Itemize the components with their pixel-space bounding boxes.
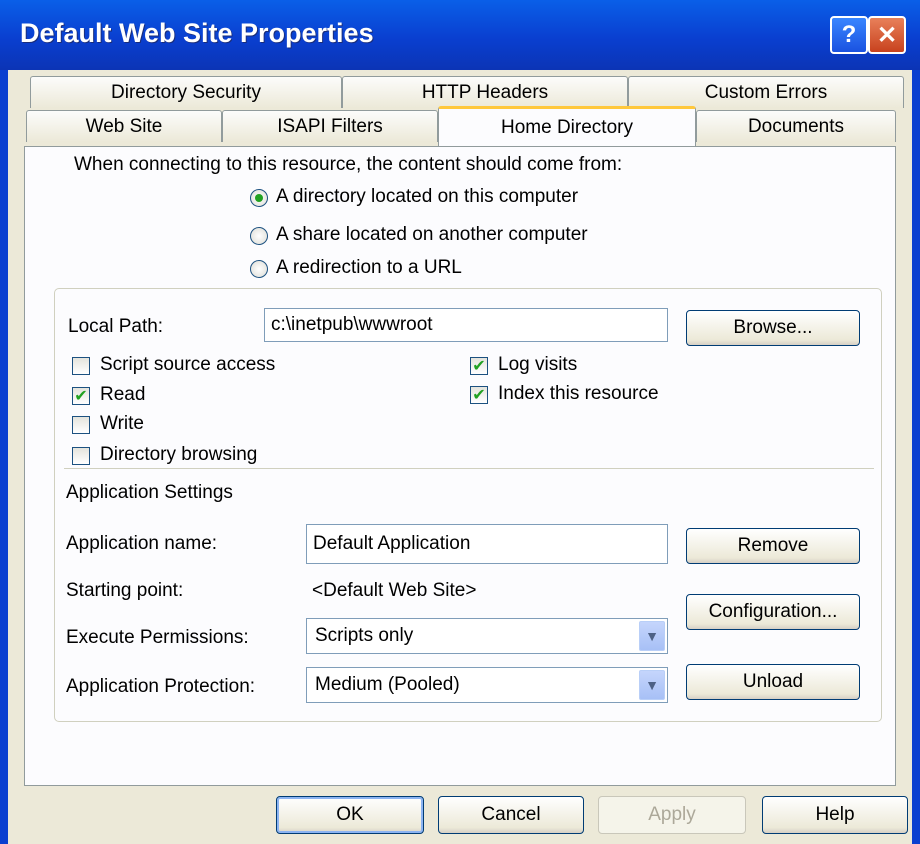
application-name-label: Application name: <box>66 533 218 554</box>
local-path-input[interactable]: c:\inetpub\wwwroot <box>264 308 668 342</box>
help-title-button[interactable]: ? <box>830 16 868 54</box>
application-settings-heading: Application Settings <box>66 482 233 503</box>
application-protection-select[interactable]: Medium (Pooled) ▼ <box>306 667 668 703</box>
directory-browsing-label[interactable]: Directory browsing <box>100 444 257 466</box>
close-button[interactable]: ✕ <box>868 16 906 54</box>
close-icon: ✕ <box>876 21 898 49</box>
content-source-prompt: When connecting to this resource, the co… <box>74 154 623 175</box>
chevron-down-icon[interactable]: ▼ <box>639 621 665 651</box>
group-separator <box>64 468 874 469</box>
cancel-button[interactable]: Cancel <box>438 796 584 834</box>
read-checkbox[interactable]: ✔ <box>72 387 90 405</box>
window-frame-left <box>0 70 8 844</box>
tab-directory-security[interactable]: Directory Security <box>30 76 342 108</box>
index-resource-checkbox[interactable]: ✔ <box>470 386 488 404</box>
local-path-label: Local Path: <box>68 316 164 337</box>
write-checkbox[interactable] <box>72 416 90 434</box>
browse-button[interactable]: Browse... <box>686 310 860 346</box>
tab-documents[interactable]: Documents <box>696 110 896 142</box>
tab-isapi-filters[interactable]: ISAPI Filters <box>222 110 438 142</box>
tab-web-site[interactable]: Web Site <box>26 110 222 142</box>
script-source-access-checkbox[interactable] <box>72 357 90 375</box>
checkmark-icon: ✔ <box>472 356 486 375</box>
execute-permissions-value: Scripts only <box>315 625 414 646</box>
help-button[interactable]: Help <box>762 796 908 834</box>
read-label[interactable]: Read <box>100 384 145 406</box>
apply-button[interactable]: Apply <box>598 796 746 834</box>
question-icon: ? <box>841 21 857 48</box>
unload-button[interactable]: Unload <box>686 664 860 700</box>
configuration-button[interactable]: Configuration... <box>686 594 860 630</box>
tab-custom-errors[interactable]: Custom Errors <box>628 76 904 108</box>
remove-button[interactable]: Remove <box>686 528 860 564</box>
execute-permissions-label: Execute Permissions: <box>66 627 249 648</box>
tab-home-directory[interactable]: Home Directory <box>438 106 696 146</box>
window-title: Default Web Site Properties <box>20 18 374 48</box>
directory-browsing-checkbox[interactable] <box>72 447 90 465</box>
starting-point-value: <Default Web Site> <box>312 580 477 601</box>
starting-point-label: Starting point: <box>66 580 184 601</box>
index-resource-label[interactable]: Index this resource <box>498 383 659 405</box>
execute-permissions-select[interactable]: Scripts only ▼ <box>306 618 668 654</box>
ok-button[interactable]: OK <box>276 796 424 834</box>
radio-local-directory-label[interactable]: A directory located on this computer <box>276 186 578 208</box>
radio-network-share[interactable] <box>250 227 268 245</box>
radio-network-share-label[interactable]: A share located on another computer <box>276 224 588 246</box>
checkmark-icon: ✔ <box>472 385 486 404</box>
application-protection-value: Medium (Pooled) <box>315 674 460 695</box>
script-source-access-label[interactable]: Script source access <box>100 354 275 376</box>
log-visits-checkbox[interactable]: ✔ <box>470 357 488 375</box>
application-protection-label: Application Protection: <box>66 676 256 697</box>
application-name-input[interactable]: Default Application <box>306 524 668 564</box>
radio-url-redirect-label[interactable]: A redirection to a URL <box>276 257 462 279</box>
chevron-down-icon[interactable]: ▼ <box>639 670 665 700</box>
tab-http-headers[interactable]: HTTP Headers <box>342 76 628 108</box>
checkmark-icon: ✔ <box>74 386 88 405</box>
window-frame-right <box>912 70 920 844</box>
radio-url-redirect[interactable] <box>250 260 268 278</box>
radio-local-directory[interactable] <box>250 189 268 207</box>
log-visits-label[interactable]: Log visits <box>498 354 577 376</box>
write-label[interactable]: Write <box>100 413 144 435</box>
